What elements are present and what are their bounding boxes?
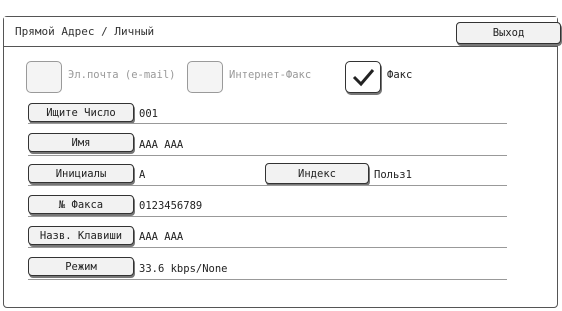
mode-value: 33.6 kbps/None: [139, 263, 228, 275]
email-checkbox-label: Эл.почта (e-mail): [68, 69, 176, 81]
internet-fax-checkbox[interactable]: [187, 61, 223, 93]
initials-value: A: [139, 169, 146, 181]
name-value: AAA AAA: [139, 139, 184, 151]
index-value: Польз1: [374, 169, 412, 181]
initials-button[interactable]: Инициалы: [28, 164, 134, 183]
fax-number-button[interactable]: № Факса: [28, 195, 134, 214]
key-name-button[interactable]: Назв. Клавиши: [28, 226, 134, 245]
row-divider: [28, 279, 507, 280]
row-divider: [28, 155, 507, 156]
mode-button[interactable]: Режим: [28, 257, 134, 276]
fax-number-value: 0123456789: [139, 200, 203, 212]
exit-button[interactable]: Выход: [456, 22, 561, 44]
search-number-button[interactable]: Ищите Число: [28, 103, 134, 122]
page-title: Прямой Адрес / Личный: [15, 25, 155, 38]
title-bar: Прямой Адрес / Личный Выход: [4, 17, 561, 47]
key-name-value: AAA AAA: [139, 231, 184, 243]
internet-fax-checkbox-label: Интернет-Факс: [229, 69, 312, 81]
email-checkbox[interactable]: [26, 61, 62, 93]
fax-checkbox-label: Факс: [387, 69, 413, 81]
index-button[interactable]: Индекс: [265, 163, 369, 184]
fax-checkbox[interactable]: [345, 61, 381, 93]
search-number-value: 001: [139, 108, 158, 120]
row-divider: [28, 216, 507, 217]
address-dialog: Прямой Адрес / Личный Выход Эл.почта (e-…: [3, 16, 561, 308]
row-divider: [28, 247, 507, 248]
checkmark-icon: [352, 69, 375, 87]
row-divider: [28, 185, 507, 186]
row-divider: [28, 123, 507, 124]
name-button[interactable]: Имя: [28, 133, 134, 152]
